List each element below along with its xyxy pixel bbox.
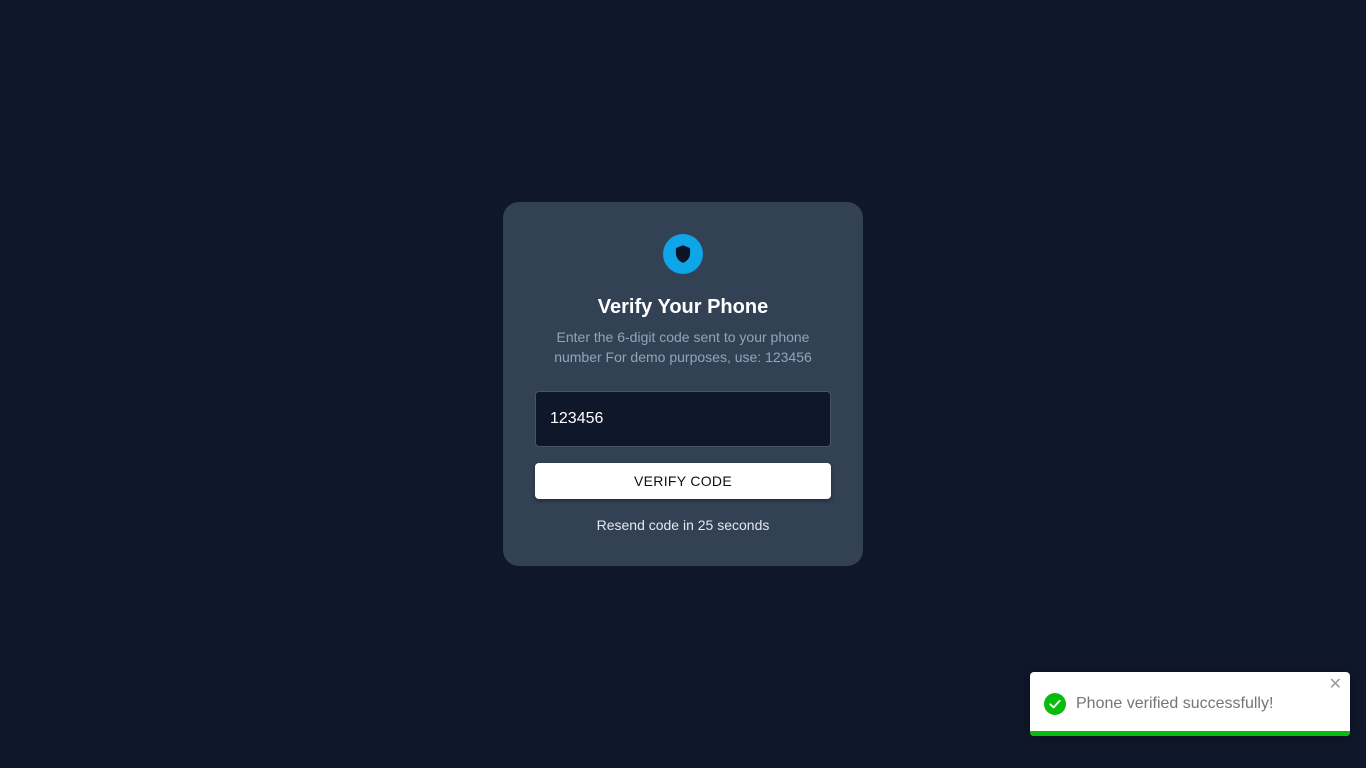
shield-icon: [675, 245, 691, 263]
toast-message: Phone verified successfully!: [1076, 695, 1274, 712]
verify-card: Verify Your Phone Enter the 6-digit code…: [503, 202, 863, 566]
shield-badge: [663, 234, 703, 274]
page-title: Verify Your Phone: [597, 296, 769, 318]
resend-countdown-text: Resend code in 25 seconds: [596, 517, 770, 533]
check-circle-icon: [1044, 693, 1066, 715]
instructions-text: Enter the 6-digit code sent to your phon…: [554, 329, 812, 365]
verify-code-button[interactable]: VERIFY CODE: [535, 463, 831, 499]
success-toast[interactable]: Phone verified successfully! ✕: [1030, 672, 1350, 736]
toast-progress-bar: [1030, 731, 1350, 736]
page: Verify Your Phone Enter the 6-digit code…: [0, 0, 1366, 768]
close-icon[interactable]: ✕: [1329, 677, 1342, 693]
verification-code-input[interactable]: [535, 391, 831, 447]
